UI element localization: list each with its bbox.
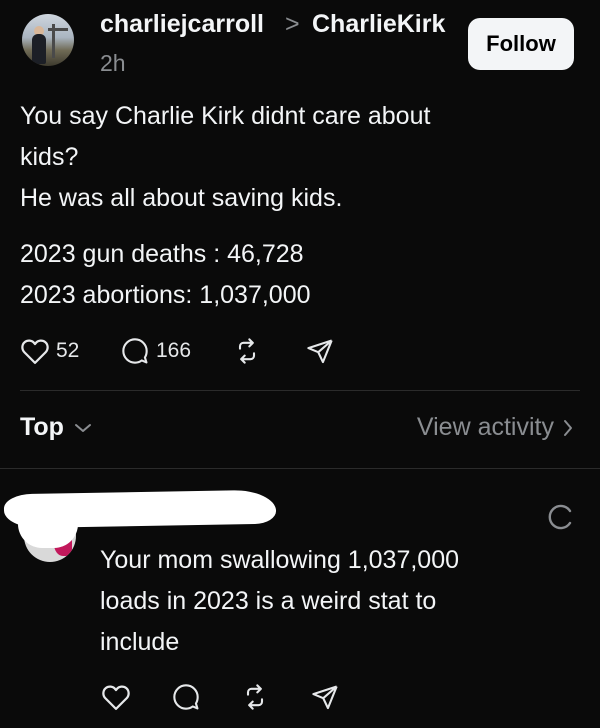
- author-username[interactable]: charliejcarroll: [100, 10, 264, 39]
- reply-like-button[interactable]: [101, 683, 131, 711]
- comment-count: 166: [156, 339, 192, 362]
- breadcrumb-chevron: >: [285, 10, 300, 38]
- sort-label: Top: [20, 413, 64, 441]
- send-icon: [312, 685, 338, 710]
- divider: [20, 390, 580, 391]
- post-timestamp: 2h: [100, 50, 126, 76]
- repost-icon: [246, 684, 264, 710]
- repost-icon: [238, 338, 256, 364]
- like-button[interactable]: 52: [20, 337, 79, 365]
- follow-button[interactable]: Follow: [468, 18, 574, 70]
- comment-icon: [122, 338, 148, 364]
- share-button[interactable]: [305, 337, 335, 365]
- avatar-person: [32, 34, 46, 64]
- post-text-line: He was all about saving kids.: [20, 184, 343, 212]
- chevron-right-icon: [564, 419, 572, 436]
- reply-text-line: include: [100, 628, 180, 656]
- reply-share-button[interactable]: [310, 683, 340, 711]
- send-icon: [307, 339, 333, 364]
- reply-text-line: loads in 2023 is a weird stat to: [100, 587, 437, 615]
- divider: [0, 468, 600, 469]
- post-text-line: kids?: [20, 143, 79, 171]
- view-activity-link[interactable]: View activity: [417, 413, 574, 442]
- avatar-bg-detail-2: [48, 28, 68, 31]
- post-text-line: You say Charlie Kirk didnt care about: [20, 102, 431, 130]
- heart-icon: [21, 339, 49, 364]
- post-text-line: 2023 gun deaths : 46,728: [20, 240, 304, 268]
- post-text-line: 2023 abortions: 1,037,000: [20, 281, 311, 309]
- heart-icon: [102, 685, 130, 710]
- comment-icon: [173, 684, 199, 710]
- comment-button[interactable]: 166: [120, 337, 191, 365]
- community-name[interactable]: CharlieKirk: [312, 10, 445, 39]
- loading-spinner-icon: [548, 504, 572, 530]
- view-activity-label: View activity: [416, 413, 554, 441]
- author-avatar[interactable]: [22, 14, 74, 66]
- reply-comment-button[interactable]: [171, 683, 201, 711]
- redaction-scribble: [3, 489, 277, 529]
- reply-repost-button[interactable]: [240, 683, 270, 711]
- chevron-down-icon: [74, 423, 91, 432]
- like-count: 52: [56, 339, 80, 362]
- repost-button[interactable]: [232, 337, 262, 365]
- sort-dropdown[interactable]: Top: [20, 413, 92, 442]
- reply-text-line: Your mom swallowing 1,037,000: [100, 546, 460, 574]
